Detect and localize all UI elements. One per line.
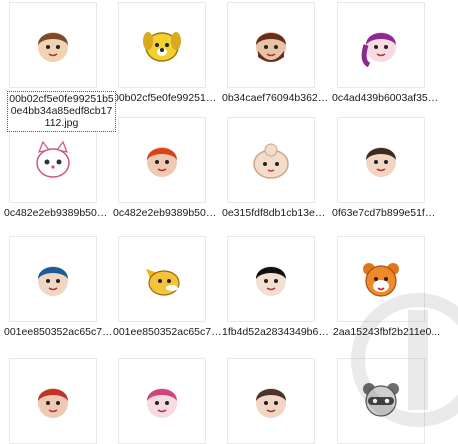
file-name-label[interactable]: 0c482e2eb9389b50de... xyxy=(113,207,222,219)
purple-hair-girl-avatar-icon xyxy=(361,32,396,68)
file-thumbnail[interactable] xyxy=(337,117,425,203)
dark-hair-avatar-icon xyxy=(256,388,286,418)
file-thumbnail[interactable] xyxy=(118,2,206,88)
yellow-fox-avatar-icon xyxy=(146,269,180,296)
file-thumbnail[interactable] xyxy=(9,2,97,88)
file-thumbnail[interactable] xyxy=(118,236,206,322)
file-thumbnail[interactable] xyxy=(227,358,315,444)
file-name-label[interactable]: 0c4ad439b6003af353f... xyxy=(332,92,441,104)
red-hair-man-avatar-icon xyxy=(147,147,177,177)
file-name-label[interactable]: 00b02cf5e0fe992514f... xyxy=(113,92,222,104)
file-name-label[interactable]: 001ee850352ac65c7d... xyxy=(4,326,113,338)
file-name-label[interactable]: 001ee850352ac65c7e... xyxy=(113,326,222,338)
file-name-label[interactable]: 0f63e7cd7b899e51fdc... xyxy=(332,207,441,219)
file-name-label[interactable]: 1fb4d52a2834349b61... xyxy=(222,326,331,338)
file-thumbnail[interactable] xyxy=(9,358,97,444)
blue-hair-man-avatar-icon xyxy=(38,266,68,296)
file-name-label[interactable]: 0b34caef76094b362fc... xyxy=(222,92,331,104)
boy-brown-hair-avatar-icon xyxy=(38,32,68,62)
background-logo-watermark xyxy=(351,293,458,427)
file-thumbnail[interactable] xyxy=(227,2,315,88)
red-hair-avatar-icon xyxy=(38,388,68,418)
file-name-label[interactable]: 00b02cf5e0fe99251b50e4bb34a85edf8cb17112… xyxy=(7,91,116,132)
file-name-label[interactable]: 0e315fdf8db1cb13e43... xyxy=(222,207,331,219)
file-name-label[interactable]: 0c482e2eb9389b50dc... xyxy=(4,207,113,219)
file-thumbnail[interactable] xyxy=(118,117,206,203)
pink-hair-avatar-icon xyxy=(147,388,177,418)
yellow-dog-avatar-icon xyxy=(143,32,181,62)
bun-character-avatar-icon xyxy=(253,143,289,179)
bearded-man-avatar-icon xyxy=(256,32,286,62)
file-thumbnail[interactable] xyxy=(227,236,315,322)
black-hair-boy-avatar-icon xyxy=(256,266,286,296)
dark-hair-man-avatar-icon xyxy=(366,147,396,177)
file-thumbnail[interactable] xyxy=(227,117,315,203)
file-thumbnail[interactable] xyxy=(337,2,425,88)
pink-cat-avatar-icon xyxy=(36,140,70,178)
file-thumbnail[interactable] xyxy=(118,358,206,444)
file-thumbnail[interactable] xyxy=(9,236,97,322)
